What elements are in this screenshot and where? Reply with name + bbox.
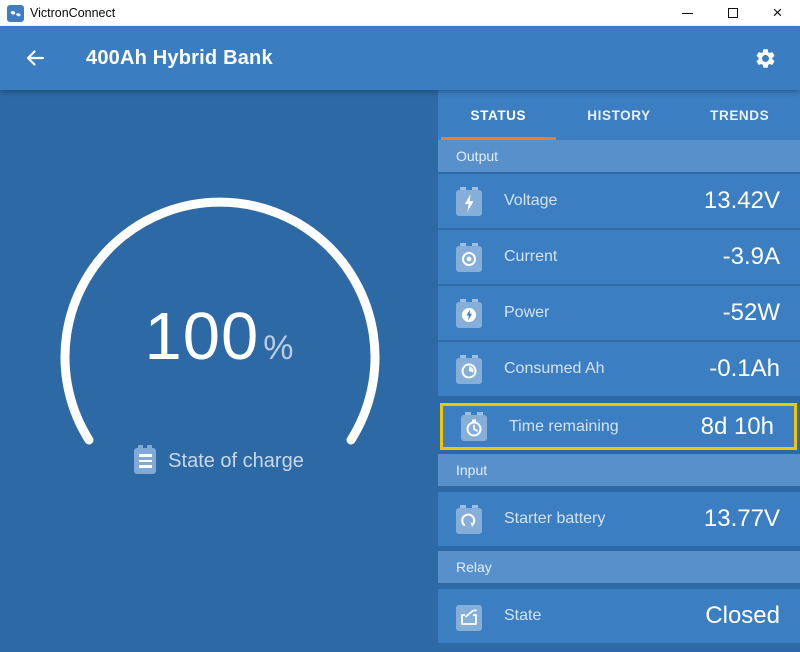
back-arrow-icon bbox=[23, 46, 47, 70]
soc-value: 100% bbox=[0, 298, 438, 375]
os-titlebar: VictronConnect × bbox=[0, 0, 800, 26]
relay-state-icon bbox=[456, 602, 482, 631]
window-title: VictronConnect bbox=[30, 6, 115, 20]
row-label: Consumed Ah bbox=[504, 360, 605, 378]
battery-icon bbox=[134, 448, 156, 474]
minimize-button[interactable] bbox=[665, 0, 710, 26]
row-value: Closed bbox=[705, 602, 780, 630]
settings-button[interactable] bbox=[750, 43, 780, 73]
close-icon: × bbox=[773, 4, 783, 21]
tab-bar: STATUS HISTORY TRENDS bbox=[438, 90, 800, 140]
row-label: State bbox=[504, 607, 541, 625]
section-relay: Relay bbox=[438, 551, 800, 583]
row-time-remaining: Time remaining 8d 10h bbox=[443, 406, 794, 447]
battery-consumed-icon bbox=[456, 355, 482, 384]
minimize-icon bbox=[682, 13, 693, 14]
tab-trends[interactable]: TRENDS bbox=[679, 90, 800, 140]
soc-unit: % bbox=[263, 329, 293, 367]
window-controls: × bbox=[665, 0, 800, 26]
app-header: 400Ah Hybrid Bank bbox=[0, 26, 800, 90]
back-button[interactable] bbox=[20, 43, 50, 73]
battery-power-icon bbox=[456, 299, 482, 328]
maximize-icon bbox=[728, 8, 738, 18]
row-label: Power bbox=[504, 304, 549, 322]
time-remaining-highlight: Time remaining 8d 10h bbox=[440, 403, 797, 450]
soc-gauge-panel: 100% State of charge bbox=[0, 90, 438, 652]
victron-logo-icon bbox=[7, 5, 24, 22]
soc-percentage: 100 bbox=[144, 299, 259, 374]
device-title: 400Ah Hybrid Bank bbox=[86, 47, 273, 70]
soc-caption-text: State of charge bbox=[168, 450, 304, 473]
tab-status[interactable]: STATUS bbox=[438, 90, 559, 140]
close-button[interactable]: × bbox=[755, 0, 800, 26]
row-current: Current -3.9A bbox=[438, 230, 800, 284]
row-value: 13.77V bbox=[704, 505, 780, 533]
main-area: 100% State of charge STATUS HISTORY TREN… bbox=[0, 90, 800, 652]
starter-battery-icon bbox=[456, 505, 482, 534]
battery-voltage-icon bbox=[456, 187, 482, 216]
maximize-button[interactable] bbox=[710, 0, 755, 26]
section-input: Input bbox=[438, 454, 800, 486]
row-value: -0.1Ah bbox=[709, 355, 780, 383]
row-starter-battery: Starter battery 13.77V bbox=[438, 492, 800, 546]
battery-current-icon bbox=[456, 243, 482, 272]
gear-icon bbox=[754, 47, 777, 70]
row-value: -52W bbox=[723, 299, 780, 327]
time-remaining-icon bbox=[461, 412, 487, 441]
row-label: Voltage bbox=[504, 192, 557, 210]
row-label: Current bbox=[504, 248, 557, 266]
row-relay-state: State Closed bbox=[438, 589, 800, 643]
tab-history[interactable]: HISTORY bbox=[559, 90, 680, 140]
row-voltage: Voltage 13.42V bbox=[438, 174, 800, 228]
soc-caption: State of charge bbox=[0, 448, 438, 474]
row-label: Time remaining bbox=[509, 418, 619, 436]
row-value: 13.42V bbox=[704, 187, 780, 215]
status-panel: STATUS HISTORY TRENDS Output Voltage 13.… bbox=[438, 90, 800, 652]
section-output: Output bbox=[438, 140, 800, 172]
row-value: 8d 10h bbox=[701, 413, 774, 441]
row-power: Power -52W bbox=[438, 286, 800, 340]
row-label: Starter battery bbox=[504, 510, 605, 528]
victronconnect-window: VictronConnect × 400Ah Hybrid Bank bbox=[0, 0, 800, 652]
row-consumed-ah: Consumed Ah -0.1Ah bbox=[438, 342, 800, 396]
row-value: -3.9A bbox=[723, 243, 780, 271]
